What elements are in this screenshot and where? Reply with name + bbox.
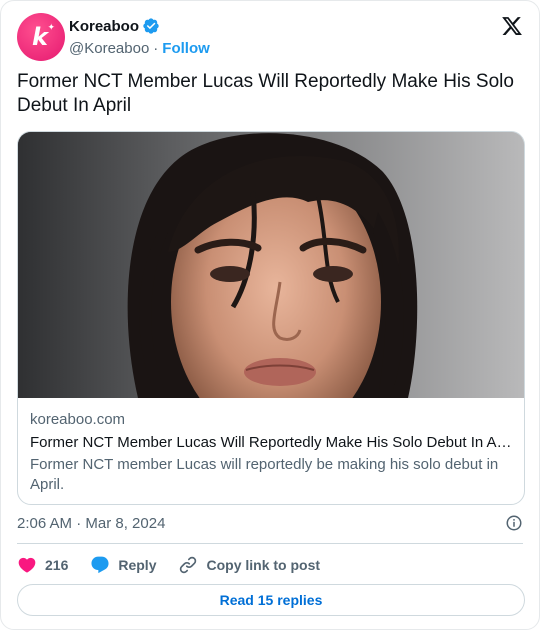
heart-icon	[18, 557, 36, 573]
avatar-letter: k	[32, 23, 48, 51]
link-preview-card[interactable]: koreaboo.com Former NCT Member Lucas Wil…	[17, 131, 525, 505]
separator-dot: ·	[153, 39, 159, 57]
link-description: Former NCT member Lucas will reportedly …	[30, 456, 499, 493]
read-replies-label: Read 15 replies	[219, 592, 323, 608]
like-button[interactable]: 216	[17, 555, 68, 575]
divider	[17, 543, 523, 544]
post-timestamp[interactable]: 2:06 AM · Mar 8, 2024	[17, 515, 165, 532]
post-text: Former NCT Member Lucas Will Reportedly …	[17, 71, 514, 116]
avatar[interactable]: k ✦	[17, 13, 65, 61]
link-preview-meta: koreaboo.com Former NCT Member Lucas Wil…	[30, 410, 512, 495]
reply-button[interactable]: Reply	[90, 555, 156, 575]
action-bar: 216 Reply Copy link to post	[17, 553, 342, 577]
author-display-name[interactable]: Koreaboo	[69, 18, 139, 35]
embedded-post-card: k ✦ Koreaboo @Koreaboo · Follow Former N…	[0, 0, 540, 630]
link-title[interactable]: Former NCT Member Lucas Will Reportedly …	[30, 432, 512, 454]
author-handle[interactable]: @Koreaboo	[69, 40, 149, 57]
info-icon[interactable]	[505, 514, 523, 532]
link-preview-image[interactable]	[18, 132, 524, 442]
copy-link-button[interactable]: Copy link to post	[178, 555, 320, 575]
portrait-photo	[18, 132, 524, 442]
sparkle-icon: ✦	[47, 22, 55, 32]
like-count: 216	[45, 557, 69, 573]
copy-link-label: Copy link to post	[206, 557, 321, 573]
read-replies-button[interactable]: Read 15 replies	[17, 584, 525, 616]
speech-bubble-icon	[91, 556, 109, 574]
x-logo-icon[interactable]	[501, 15, 523, 37]
author-info: Koreaboo @Koreaboo · Follow	[69, 16, 210, 59]
post-header: k ✦ Koreaboo @Koreaboo · Follow	[17, 13, 523, 61]
link-domain: koreaboo.com	[30, 411, 126, 428]
follow-button[interactable]: Follow	[162, 40, 210, 57]
verified-badge-icon	[143, 18, 159, 34]
link-icon	[180, 556, 197, 574]
timestamp-row: 2:06 AM · Mar 8, 2024	[17, 513, 523, 533]
reply-label: Reply	[118, 557, 157, 573]
